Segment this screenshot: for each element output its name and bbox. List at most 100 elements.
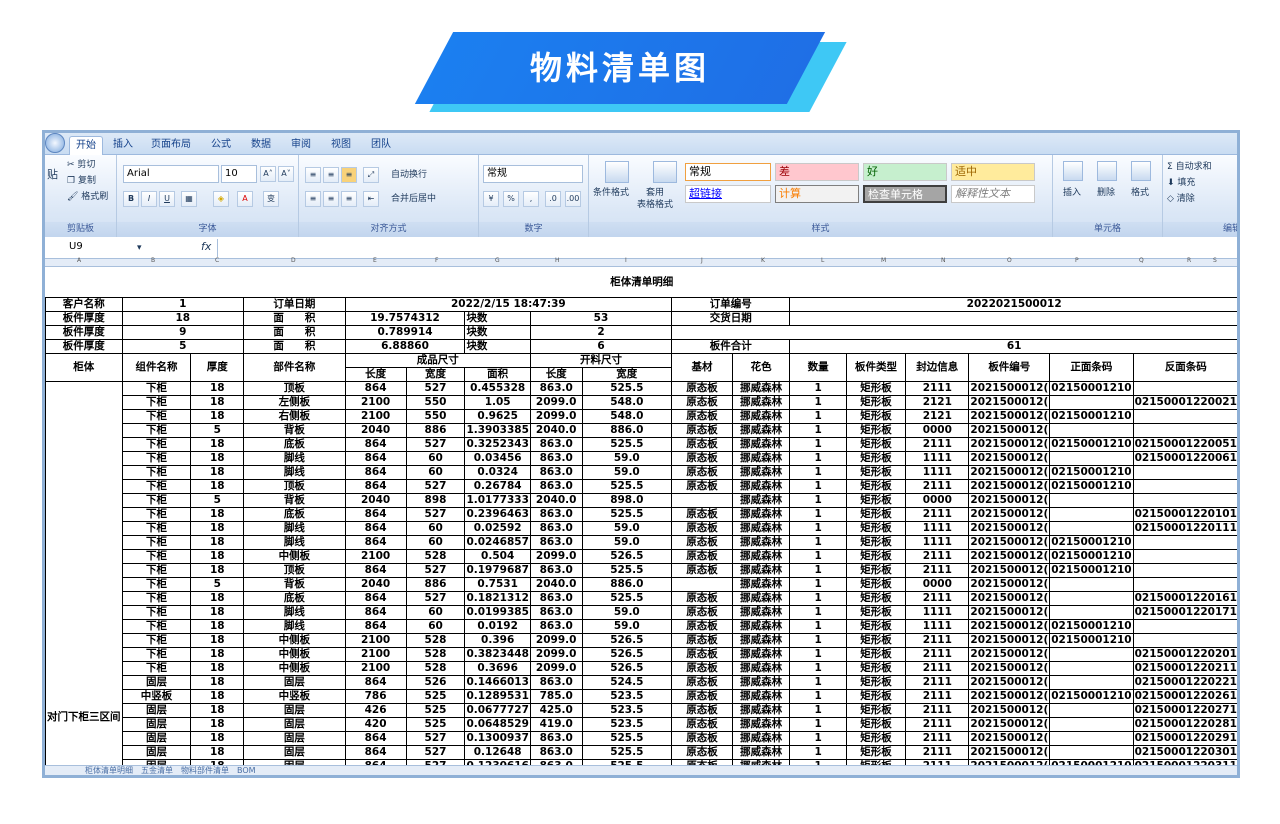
table-cell[interactable]: 864 xyxy=(344,604,407,620)
table-cell[interactable]: 下柜 xyxy=(121,660,192,676)
copy-button[interactable]: ❐ 复制 xyxy=(67,175,96,187)
table-cell[interactable]: 2111 xyxy=(905,632,970,648)
table-cell[interactable]: 矩形板 xyxy=(845,478,907,494)
table-cell[interactable]: 固层 xyxy=(243,716,346,732)
align-left-icon[interactable]: ≡ xyxy=(305,191,321,207)
table-cell[interactable]: 顶板 xyxy=(243,478,346,494)
table-cell[interactable]: 背板 xyxy=(243,576,346,592)
table-cell[interactable]: 863.0 xyxy=(529,520,583,536)
header-cut-width[interactable]: 宽度 xyxy=(581,366,673,382)
table-cell[interactable]: 2021500012( xyxy=(968,576,1051,592)
worksheet[interactable]: 柜体清单明细 客户名称 1 订单日期 2022/2/15 18:47:39 订单… xyxy=(45,267,1237,769)
info-label[interactable]: 板件厚度 xyxy=(45,338,123,354)
table-cell[interactable]: 863.0 xyxy=(529,562,583,578)
table-cell[interactable]: 原态板 xyxy=(671,436,733,452)
align-bottom-icon[interactable]: ≡ xyxy=(341,167,357,183)
table-cell[interactable]: 1 xyxy=(789,576,847,592)
table-cell[interactable]: 2021500012( xyxy=(968,744,1051,760)
table-cell[interactable] xyxy=(1132,492,1237,508)
tab-page-layout[interactable]: 页面布局 xyxy=(145,136,197,155)
table-cell[interactable]: 1 xyxy=(789,450,847,466)
table-cell[interactable]: 挪威森林 xyxy=(731,492,791,508)
table-cell[interactable]: 挪威森林 xyxy=(731,408,791,424)
table-cell[interactable]: 863.0 xyxy=(529,506,583,522)
info-label[interactable]: 块数 xyxy=(464,338,531,354)
table-cell[interactable]: 固层 xyxy=(121,744,192,760)
table-cell[interactable]: 18 xyxy=(190,450,245,466)
table-cell[interactable]: 固层 xyxy=(243,730,346,746)
office-button-icon[interactable] xyxy=(45,133,65,153)
table-cell[interactable]: 0.504 xyxy=(464,548,531,564)
table-cell[interactable]: 2099.0 xyxy=(529,646,583,662)
table-cell[interactable]: 02150001220301 xyxy=(1132,744,1237,760)
table-cell[interactable]: 548.0 xyxy=(581,408,673,424)
table-cell[interactable]: 527 xyxy=(405,744,466,760)
table-cell[interactable]: 0.0677727 xyxy=(464,702,531,718)
table-cell[interactable]: 顶板 xyxy=(243,562,346,578)
table-cell[interactable] xyxy=(1049,492,1134,508)
table-cell[interactable]: 18 xyxy=(190,534,245,550)
table-cell[interactable]: 固层 xyxy=(243,674,346,690)
table-cell[interactable]: 脚线 xyxy=(243,618,346,634)
table-cell[interactable] xyxy=(671,492,733,508)
info-value[interactable]: 18 xyxy=(121,310,245,326)
table-cell[interactable]: 矩形板 xyxy=(845,422,907,438)
table-format-button[interactable]: 套用 表格格式 xyxy=(637,187,673,211)
table-cell[interactable]: 1 xyxy=(789,492,847,508)
table-cell[interactable]: 原态板 xyxy=(671,548,733,564)
table-cell[interactable]: 2111 xyxy=(905,688,970,704)
info-empty[interactable] xyxy=(671,324,1237,340)
table-cell[interactable]: 2111 xyxy=(905,660,970,676)
table-cell[interactable]: 原态板 xyxy=(671,716,733,732)
table-cell[interactable]: 2021500012( xyxy=(968,562,1051,578)
table-cell[interactable]: 525.5 xyxy=(581,744,673,760)
align-top-icon[interactable]: ≡ xyxy=(305,167,321,183)
table-cell[interactable]: 0.1979687 xyxy=(464,562,531,578)
table-cell[interactable]: 550 xyxy=(405,408,466,424)
table-cell[interactable]: 脚线 xyxy=(243,450,346,466)
table-cell[interactable]: 525.5 xyxy=(581,478,673,494)
table-cell[interactable]: 脚线 xyxy=(243,604,346,620)
info-value[interactable]: 9 xyxy=(121,324,245,340)
column-header[interactable]: M xyxy=(881,257,886,264)
table-cell[interactable]: 背板 xyxy=(243,492,346,508)
table-cell[interactable]: 挪威森林 xyxy=(731,436,791,452)
table-cell[interactable] xyxy=(1049,660,1134,676)
table-cell[interactable]: 原态板 xyxy=(671,380,733,396)
table-cell[interactable]: 59.0 xyxy=(581,464,673,480)
info-label[interactable]: 订单编号 xyxy=(671,296,791,312)
table-cell[interactable]: 1111 xyxy=(905,464,970,480)
table-cell[interactable]: 挪威森林 xyxy=(731,478,791,494)
header-part[interactable]: 部件名称 xyxy=(243,352,346,382)
table-cell[interactable] xyxy=(1132,464,1237,480)
header-back-barcode[interactable]: 反面条码 xyxy=(1132,352,1237,382)
tab-formulas[interactable]: 公式 xyxy=(205,136,237,155)
table-cell[interactable]: 18 xyxy=(190,730,245,746)
table-cell[interactable]: 02150001220211 xyxy=(1132,660,1237,676)
table-cell[interactable]: 525 xyxy=(405,702,466,718)
grow-font-button[interactable]: A˄ xyxy=(260,166,276,182)
table-cell[interactable]: 2099.0 xyxy=(529,394,583,410)
delete-button[interactable]: 删除 xyxy=(1097,187,1115,199)
table-cell[interactable]: 下柜 xyxy=(121,394,192,410)
column-header[interactable]: L xyxy=(821,257,824,264)
column-header[interactable]: C xyxy=(215,257,219,264)
table-cell[interactable]: 挪威森林 xyxy=(731,394,791,410)
table-cell[interactable]: 2099.0 xyxy=(529,408,583,424)
table-cell[interactable]: 矩形板 xyxy=(845,590,907,606)
column-header[interactable]: J xyxy=(701,257,703,264)
font-size-select[interactable]: 10 xyxy=(221,165,257,183)
table-cell[interactable]: 下柜 xyxy=(121,548,192,564)
table-cell[interactable]: 原态板 xyxy=(671,702,733,718)
table-cell[interactable]: 矩形板 xyxy=(845,674,907,690)
orientation-icon[interactable]: ⤢ xyxy=(363,167,379,183)
table-cell[interactable]: 2111 xyxy=(905,674,970,690)
table-cell[interactable] xyxy=(1132,618,1237,634)
table-cell[interactable]: 0.3252343 xyxy=(464,436,531,452)
table-cell[interactable]: 下柜 xyxy=(121,506,192,522)
fill-color-icon[interactable]: ◈ xyxy=(213,191,229,207)
table-cell[interactable]: 02150001210 xyxy=(1049,618,1134,634)
table-cell[interactable]: 527 xyxy=(405,562,466,578)
style-good[interactable]: 好 xyxy=(863,163,947,181)
table-cell[interactable]: 下柜 xyxy=(121,436,192,452)
